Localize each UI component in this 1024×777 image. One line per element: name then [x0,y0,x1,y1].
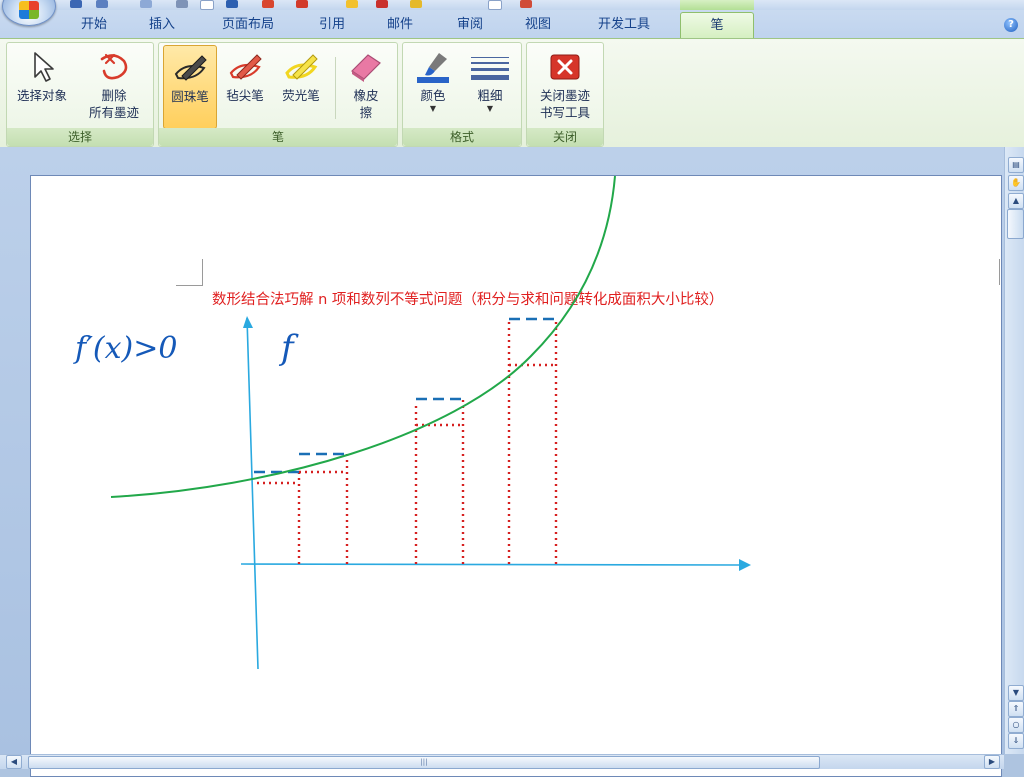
document-page[interactable]: 数形结合法巧解 n 项和数列不等式问题（积分与求和问题转化成面积大小比较） f′… [30,175,1002,777]
delete-ink-icon [100,53,128,80]
felt-tip-pen-button[interactable]: 毡尖笔 [219,45,271,127]
scroll-right-icon[interactable]: ▶ [984,755,1000,769]
close-ink-tools-label-2: 书写工具 [539,105,590,120]
y-axis [246,317,259,670]
page-icon[interactable] [200,0,214,10]
pen-red-icon[interactable] [262,0,274,8]
red-dotted-rectangles [257,321,558,564]
group-format-label: 格式 [403,128,521,146]
y-axis-arrow [243,316,253,328]
group-close: 关闭墨迹 书写工具 关闭 [526,42,604,147]
felt-tip-pen-label: 毡尖笔 [226,88,264,103]
cursor-icon[interactable] [488,0,502,10]
select-object-label: 选择对象 [16,88,67,103]
horizontal-scroll-thumb[interactable]: ||| [28,756,820,769]
office-logo-icon [19,1,39,19]
scroll-down-icon[interactable]: ▼ [1008,685,1024,701]
thickness-dropdown-icon[interactable]: ▼ [463,104,517,114]
highlighter-button[interactable]: 荧光笔 [273,45,329,127]
color-dropdown-icon[interactable]: ▼ [407,104,459,114]
eraser-button[interactable]: 橡皮 擦 [341,45,391,127]
redo-icon[interactable] [140,0,152,8]
tab-developer[interactable]: 开发工具 [584,15,664,37]
delete-all-ink-label-2: 所有墨迹 [88,105,139,120]
close-ink-tools-button[interactable]: 关闭墨迹 书写工具 [530,45,600,127]
eraser-icon [351,54,381,82]
ink-text-f: f [281,328,294,368]
x-axis [240,563,740,566]
group-select-label: 选择 [7,128,153,146]
previous-page-icon[interactable]: ⇑ [1008,701,1024,717]
close-icon [550,54,580,80]
scroll-left-icon[interactable]: ◀ [6,755,22,769]
eraser-label-2: 擦 [359,105,373,120]
horizontal-scrollbar[interactable]: ◀ ||| ▶ [0,754,1004,769]
picture-icon[interactable] [376,0,388,8]
tab-mailings[interactable]: 邮件 [372,15,428,37]
tab-pens[interactable]: 笔 [680,12,754,39]
scroll-up-icon[interactable]: ▲ [1008,193,1024,209]
group-select: 选择对象 删除 所有墨迹 选择 [6,42,154,147]
eraser-label-1: 橡皮 [353,88,379,103]
ribbon: 选择对象 删除 所有墨迹 选择 圆珠笔 毡尖笔 荧光笔 橡皮 擦 笔 颜色 ▼ … [0,38,1024,148]
select-object-button[interactable]: 选择对象 [9,45,75,127]
group-pens: 圆珠笔 毡尖笔 荧光笔 橡皮 擦 笔 [158,42,398,147]
tab-view[interactable]: 视图 [510,15,566,37]
math-diagram [110,176,751,670]
x-axis-arrow [739,559,751,571]
tab-references[interactable]: 引用 [304,15,360,37]
thickness-button[interactable]: 粗细 ▼ [463,45,517,127]
close-ink-tools-label-1: 关闭墨迹 [539,88,590,103]
tab-review[interactable]: 审阅 [442,15,498,37]
increasing-curve [110,176,616,498]
print-icon[interactable] [176,0,188,8]
tab-insert[interactable]: 插入 [134,15,190,37]
ink-text-derivative: f′(x)>0 [75,331,178,366]
help-icon[interactable]: ? [1004,18,1018,32]
tab-home[interactable]: 开始 [66,15,122,37]
tool-icon[interactable] [520,0,532,8]
arrow-cursor-icon [34,52,54,82]
ballpoint-pen-label: 圆珠笔 [171,89,209,104]
group-format: 颜色 ▼ 粗细 ▼ 格式 [402,42,522,147]
thickness-label: 粗细 [477,88,503,103]
highlight-icon[interactable] [346,0,358,8]
group-pens-label: 笔 [159,128,397,146]
save-icon[interactable] [70,0,82,8]
quick-access-toolbar [0,0,1024,10]
ballpoint-pen-icon [174,55,207,81]
ink-tools-context-label [680,0,754,10]
undo-icon[interactable] [96,0,108,8]
next-page-icon[interactable]: ⇓ [1008,733,1024,749]
tab-page-layout[interactable]: 页面布局 [208,15,288,37]
browse-object-icon[interactable]: ○ [1008,717,1024,733]
document-area: 数形结合法巧解 n 项和数列不等式问题（积分与求和问题转化成面积大小比较） f′… [0,147,1004,777]
shape-icon[interactable] [410,0,422,8]
ruler-toggle-icon[interactable]: ▤ [1008,157,1024,173]
blue-dashed-tops [254,317,556,474]
highlighter-icon [285,54,318,80]
highlighter-label: 荧光笔 [282,88,320,103]
pan-hand-icon[interactable]: ✋ [1008,175,1024,191]
pens-separator [335,57,336,119]
ink-icon[interactable] [296,0,308,8]
ribbon-tabs: 开始 插入 页面布局 引用 邮件 审阅 视图 开发工具 笔 ? [0,10,1024,39]
color-button[interactable]: 颜色 ▼ [407,45,459,127]
vertical-scroll-thumb[interactable] [1007,209,1024,239]
delete-all-ink-button[interactable]: 删除 所有墨迹 [79,45,149,127]
vertical-scrollbar[interactable]: ▤ ✋ ▲ ▼ ⇑ ○ ⇓ [1004,147,1024,754]
color-label: 颜色 [420,88,446,103]
paint-brush-icon [417,53,449,83]
delete-all-ink-label-1: 删除 [101,88,127,103]
ballpoint-pen-button[interactable]: 圆珠笔 [163,45,217,129]
format-icon[interactable] [226,0,238,8]
felt-tip-pen-icon [229,54,262,80]
line-thickness-icon [471,57,509,80]
group-close-label: 关闭 [527,128,603,146]
